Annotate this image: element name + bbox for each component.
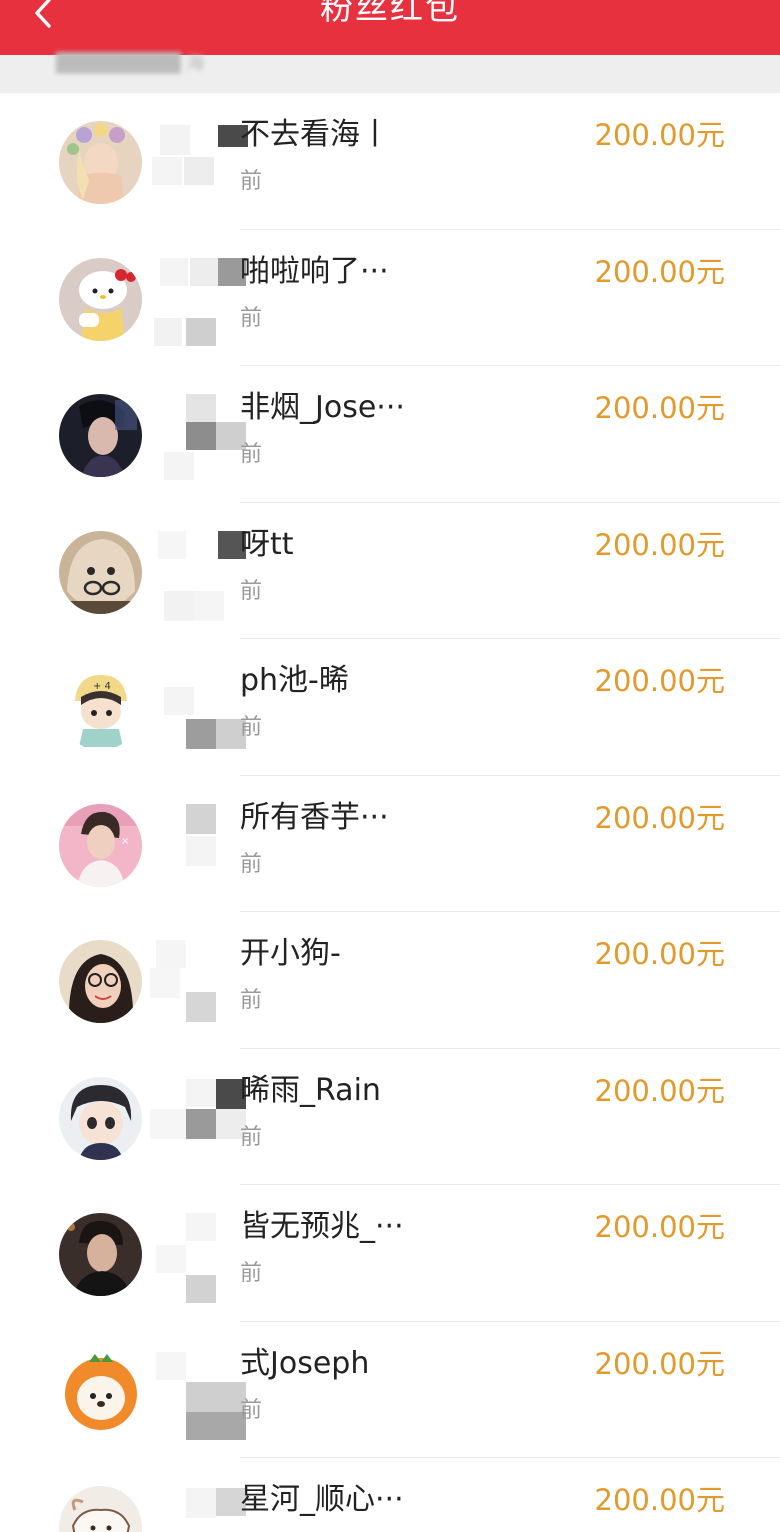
avatar-mosaic bbox=[150, 1342, 250, 1442]
avatar bbox=[59, 257, 142, 341]
info-bar: █████████ 海 bbox=[0, 55, 780, 93]
list-item[interactable]: 晞雨_Rain 前 200.00元 bbox=[0, 1048, 780, 1185]
fan-time: 前 bbox=[240, 988, 263, 1013]
avatar: + 4 bbox=[59, 667, 142, 750]
avatar bbox=[59, 1349, 142, 1433]
avatar-mosaic bbox=[150, 1205, 250, 1305]
fan-name: 所有香芋··· bbox=[240, 799, 389, 835]
fan-time: 前 bbox=[240, 1261, 263, 1286]
fan-name: 晞雨_Rain bbox=[240, 1072, 381, 1108]
fan-name: 不去看海丨 bbox=[240, 117, 390, 152]
avatar bbox=[59, 1213, 142, 1296]
fan-name: 开小狗- bbox=[240, 936, 341, 971]
fan-name: 啪啦响了··· bbox=[240, 253, 389, 289]
avatar bbox=[59, 940, 142, 1023]
red-packet-amount: 200.00元 bbox=[594, 1483, 725, 1517]
fan-time: 前 bbox=[240, 578, 263, 604]
avatar bbox=[59, 530, 142, 614]
fan-time: 前 bbox=[240, 851, 263, 877]
red-packet-amount: 200.00元 bbox=[594, 664, 725, 698]
avatar-mosaic bbox=[150, 523, 250, 623]
red-packet-amount: 200.00元 bbox=[594, 1210, 725, 1244]
fan-time: 前 bbox=[240, 169, 263, 194]
red-packet-amount: 200.00元 bbox=[594, 800, 725, 835]
fan-red-packet-list: 不去看海丨 前 200.00元 啪啦响了··· 前 200.00元 非烟_Jos… bbox=[0, 93, 780, 1532]
fan-time: 前 bbox=[240, 1397, 263, 1423]
list-item[interactable]: 非烟_Jose··· 前 200.00元 bbox=[0, 366, 780, 503]
avatar bbox=[59, 394, 142, 477]
fan-name: 呀tt bbox=[240, 526, 294, 562]
fan-time: 前 bbox=[240, 715, 263, 740]
app-root: 粉丝红包 █████████ 海 不去看海丨 前 200.00元 啪啦响了···… bbox=[0, 0, 780, 1532]
page-title: 粉丝红包 bbox=[320, 0, 460, 27]
fan-time: 前 bbox=[240, 442, 263, 467]
avatar bbox=[59, 121, 142, 204]
red-packet-amount: 200.00元 bbox=[594, 254, 725, 289]
red-packet-amount: 200.00元 bbox=[594, 1346, 725, 1381]
list-item[interactable]: 星河_顺心··· 前 200.00元 bbox=[0, 1458, 780, 1532]
list-item[interactable]: + 4 ph池-晞 前 200.00元 bbox=[0, 639, 780, 776]
avatar-mosaic bbox=[150, 932, 250, 1032]
fan-name: 皆无预兆_··· bbox=[240, 1209, 404, 1244]
fan-name: ph池-晞 bbox=[240, 663, 349, 698]
svg-text:×: × bbox=[121, 836, 129, 847]
list-item[interactable]: 呀tt 前 200.00元 bbox=[0, 502, 780, 639]
avatar-mosaic bbox=[150, 250, 250, 350]
fan-name: 非烟_Jose··· bbox=[240, 390, 405, 425]
info-bar-text: █████████ 海 bbox=[56, 53, 205, 74]
red-packet-amount: 200.00元 bbox=[594, 391, 725, 425]
red-packet-amount: 200.00元 bbox=[594, 527, 725, 562]
red-packet-amount: 200.00元 bbox=[594, 1073, 725, 1108]
red-packet-amount: 200.00元 bbox=[594, 118, 725, 152]
avatar-mosaic bbox=[150, 113, 250, 213]
avatar bbox=[59, 1076, 142, 1160]
list-item[interactable]: 不去看海丨 前 200.00元 bbox=[0, 93, 780, 230]
header-bar: 粉丝红包 bbox=[0, 0, 780, 55]
list-item[interactable]: × 所有香芋··· 前 200.00元 bbox=[0, 775, 780, 912]
avatar-mosaic bbox=[150, 1069, 250, 1169]
avatar bbox=[59, 1486, 142, 1532]
svg-text:+ 4: + 4 bbox=[93, 681, 111, 692]
list-item[interactable]: 开小狗- 前 200.00元 bbox=[0, 912, 780, 1049]
avatar-mosaic bbox=[150, 659, 250, 759]
fan-time: 前 bbox=[240, 1124, 263, 1150]
fan-name: 星河_顺心··· bbox=[240, 1482, 404, 1517]
avatar-mosaic bbox=[150, 796, 250, 896]
fan-time: 前 bbox=[240, 305, 263, 331]
red-packet-amount: 200.00元 bbox=[594, 937, 725, 971]
fan-name: 式Joseph bbox=[240, 1345, 370, 1381]
list-item[interactable]: 皆无预兆_··· 前 200.00元 bbox=[0, 1185, 780, 1322]
avatar: × bbox=[59, 803, 142, 887]
avatar-mosaic bbox=[150, 1478, 250, 1532]
list-item[interactable]: 啪啦响了··· 前 200.00元 bbox=[0, 229, 780, 366]
list-item[interactable]: 式Joseph 前 200.00元 bbox=[0, 1321, 780, 1458]
avatar-mosaic bbox=[150, 386, 250, 486]
